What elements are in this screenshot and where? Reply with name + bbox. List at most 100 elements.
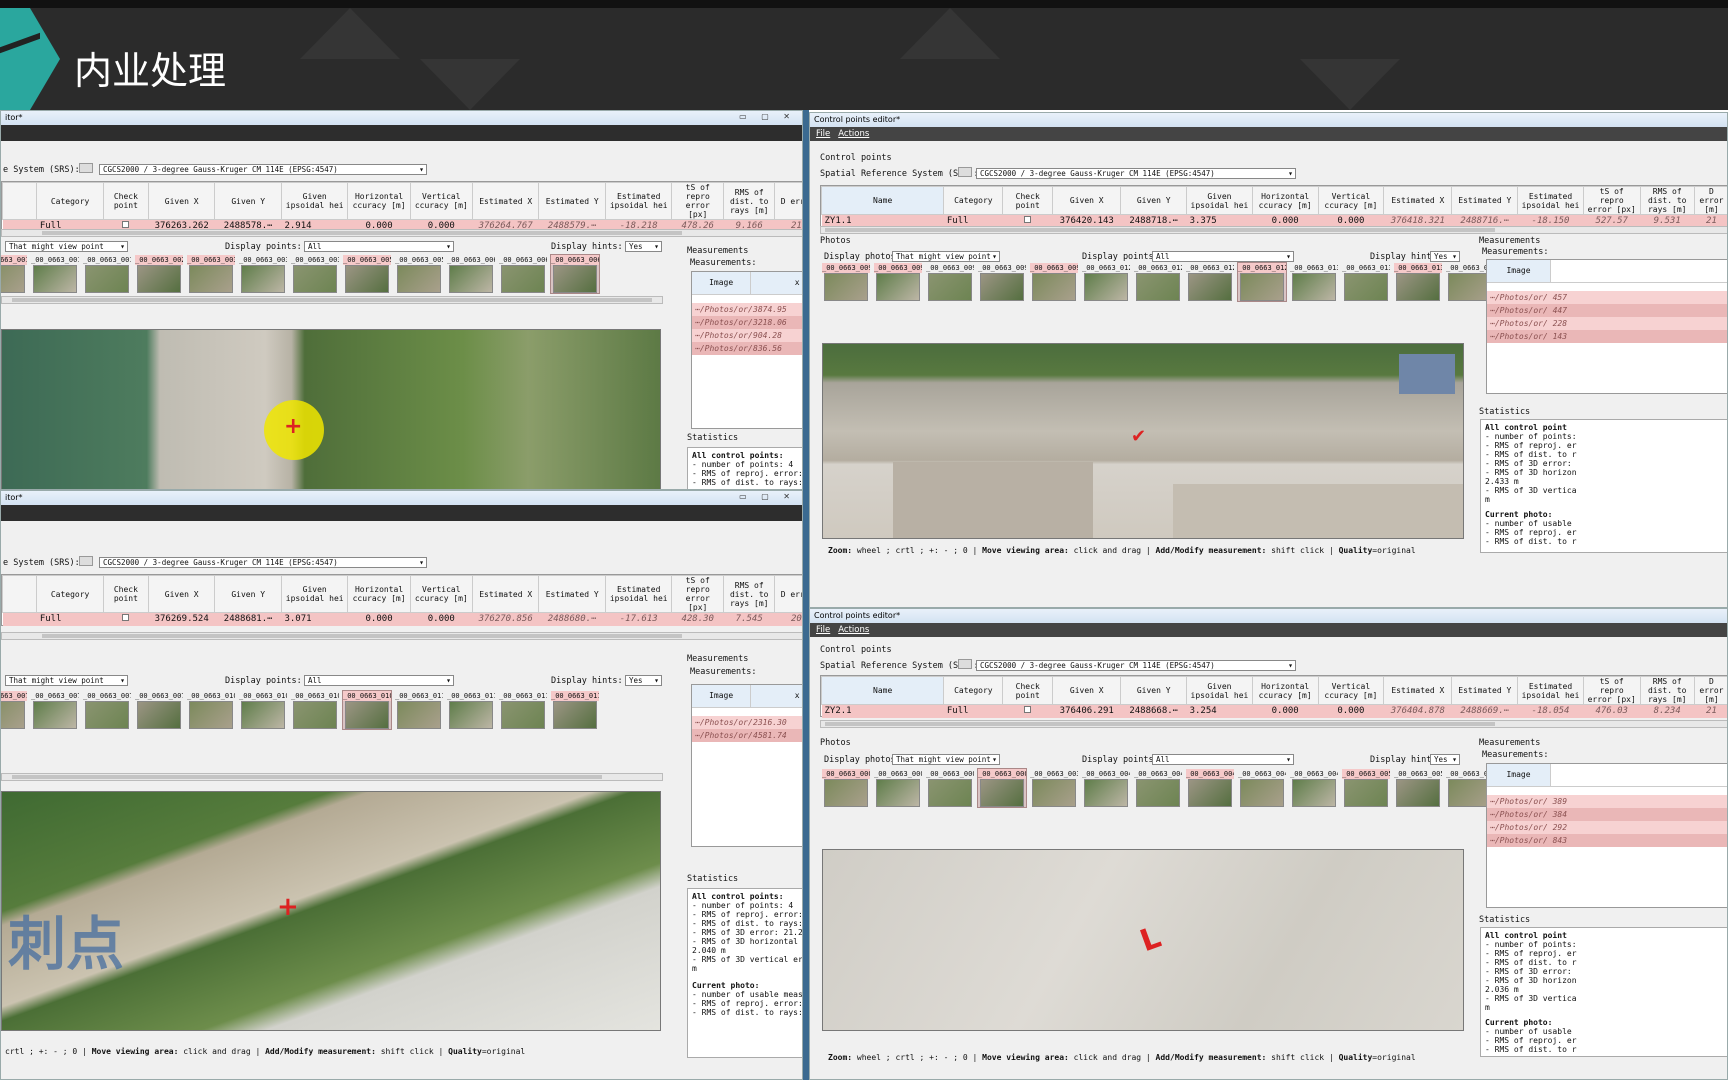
- photo-thumbnail[interactable]: _00_0663_0060: [447, 255, 495, 293]
- column-header-reproj-error[interactable]: tS of repro error [px]: [671, 182, 724, 220]
- thumbnail-scrollbar[interactable]: [1, 296, 663, 304]
- photo-thumbnail[interactable]: _00_0663_0036: [1030, 769, 1078, 807]
- photo-thumbnail[interactable]: _00_0663_0112: [395, 691, 443, 729]
- column-header-given-x[interactable]: Given X: [147, 182, 216, 220]
- column-header-category[interactable]: Category: [36, 575, 104, 613]
- measurement-row[interactable]: ⋯/Photos/or/ 384: [1487, 808, 1727, 821]
- column-header-given-x[interactable]: Given X: [147, 575, 216, 613]
- srs-select[interactable]: CGCS2000 / 3-degree Gauss-Kruger CM 114E…: [99, 557, 427, 568]
- photo-thumbnail[interactable]: _00_0663_0058: [343, 255, 391, 293]
- photo-thumbnail[interactable]: _00_0663_0029: [135, 255, 183, 293]
- column-header-check-point[interactable]: Check point: [1002, 186, 1054, 215]
- display-photos-select[interactable]: That might view point: [892, 251, 1000, 262]
- measurements-column-header[interactable]: Image: [1487, 764, 1551, 786]
- measurement-row[interactable]: ⋯/Photos/or/904.284.: [692, 329, 802, 342]
- column-header-rms-dist[interactable]: RMS of dist. to rays [m]: [722, 182, 776, 220]
- column-header-check-point[interactable]: Check point: [102, 575, 149, 613]
- check-point-checkbox[interactable]: [1024, 706, 1032, 714]
- display-photos-select[interactable]: That might view point: [5, 241, 128, 252]
- column-header-estimated-y[interactable]: Estimated Y: [1451, 676, 1519, 705]
- menu-file[interactable]: File: [816, 129, 830, 139]
- photo-viewer[interactable]: ✔: [822, 343, 1464, 539]
- photo-thumbnail[interactable]: _00_0663_0061: [499, 255, 547, 293]
- display-hints-select[interactable]: Yes: [625, 675, 662, 686]
- column-header-reproj-error[interactable]: tS of repro error [px]: [671, 575, 724, 613]
- table-row[interactable]: Full 376269.524 2488681.⋯ 3.071 0.000 0.…: [2, 612, 802, 626]
- measurements-column-header[interactable]: Image: [692, 685, 752, 707]
- column-header-estimated-y[interactable]: Estimated Y: [1451, 186, 1519, 215]
- column-header-given-x[interactable]: Given X: [1052, 676, 1122, 705]
- cell-check-point[interactable]: [103, 612, 149, 626]
- window-controls[interactable]: ▭ ▢ ✕: [739, 492, 796, 501]
- thumbnail-scrollbar[interactable]: [1, 773, 663, 781]
- photo-thumbnail[interactable]: _00_0663_0006: [977, 768, 1027, 808]
- srs-select[interactable]: CGCS2000 / 3-degree Gauss-Kruger CM 114E…: [99, 164, 427, 175]
- photo-thumbnail[interactable]: _00_0663_0115: [551, 691, 599, 729]
- window-controls[interactable]: ▭ ▢ ✕: [739, 112, 796, 121]
- cell-check-point[interactable]: [1002, 704, 1053, 718]
- measurement-row[interactable]: ⋯/Photos/or/ 447: [1487, 304, 1727, 317]
- column-header-3d-error[interactable]: D error [m]: [774, 575, 802, 613]
- column-header-given-height[interactable]: Given ipsoidal hei: [280, 575, 349, 613]
- measurement-row[interactable]: ⋯/Photos/or/ 143: [1487, 330, 1727, 343]
- photo-viewer[interactable]: +: [1, 329, 661, 489]
- column-header-estimated-x[interactable]: Estimated X: [471, 575, 540, 613]
- photo-thumbnail[interactable]: _00_0663_0015: [31, 255, 79, 293]
- display-points-select[interactable]: All: [304, 241, 454, 252]
- photo-viewer[interactable]: L: [822, 849, 1464, 1031]
- column-header-given-y[interactable]: Given Y: [1120, 186, 1188, 215]
- column-header-check-point[interactable]: Check point: [1002, 676, 1054, 705]
- column-header-estimated-height[interactable]: Estimated ipsoidal hei: [1517, 186, 1584, 215]
- display-points-select[interactable]: All: [1152, 251, 1294, 262]
- photo-thumbnail[interactable]: _00_0663_0041: [1134, 769, 1182, 807]
- photo-thumbnail[interactable]: _00_0663_0135: [1290, 263, 1338, 301]
- column-header-3d-error[interactable]: D error [m]: [1693, 186, 1727, 215]
- photo-thumbnail[interactable]: _00_0663_0124: [1134, 263, 1182, 301]
- column-header-estimated-x[interactable]: Estimated X: [1383, 186, 1453, 215]
- control-point-marker[interactable]: +: [277, 892, 299, 922]
- photo-thumbnail[interactable]: _00_0663_0105: [291, 691, 339, 729]
- photo-thumbnail[interactable]: _00_0663_0113: [447, 691, 495, 729]
- scrollbar-thumb[interactable]: [12, 775, 602, 779]
- display-hints-select[interactable]: Yes: [1430, 754, 1460, 765]
- scrollbar-thumb[interactable]: [12, 298, 652, 302]
- table-horizontal-scrollbar[interactable]: [1, 632, 802, 640]
- photo-thumbnail[interactable]: _00_0663_0137: [1394, 263, 1442, 301]
- column-header-estimated-x[interactable]: Estimated X: [471, 182, 540, 220]
- column-header-category[interactable]: Category: [943, 676, 1004, 705]
- column-header-given-y[interactable]: Given Y: [214, 182, 282, 220]
- photo-thumbnail[interactable]: _00_0663_0040: [1082, 769, 1130, 807]
- display-hints-select[interactable]: Yes: [625, 241, 662, 252]
- display-points-select[interactable]: All: [304, 675, 454, 686]
- measurements-column-header[interactable]: x: [751, 685, 802, 707]
- photo-thumbnail[interactable]: _00_0663_0016: [83, 255, 131, 293]
- photo-thumbnail[interactable]: _00_0663_0031: [239, 255, 287, 293]
- column-header-3d-error[interactable]: D error [m]: [1693, 676, 1727, 705]
- photo-thumbnail[interactable]: _00_0663_0005: [926, 769, 974, 807]
- measurement-row[interactable]: ⋯/Photos/or/ 292: [1487, 821, 1727, 834]
- column-header-3d-error[interactable]: D error [m]: [774, 182, 802, 220]
- measurement-row[interactable]: ⋯/Photos/or/ 228: [1487, 317, 1727, 330]
- column-header-category[interactable]: Category: [943, 186, 1004, 215]
- column-header-estimated-height[interactable]: Estimated ipsoidal hei: [604, 182, 673, 220]
- photo-thumbnail[interactable]: _00_0663_0047: [1238, 769, 1286, 807]
- column-header-vertical-accuracy[interactable]: Vertical ccuracy [m]: [1317, 676, 1385, 705]
- measurement-row[interactable]: ⋯/Photos/or/3874.951.: [692, 303, 802, 316]
- column-header-vertical-accuracy[interactable]: Vertical ccuracy [m]: [1317, 186, 1385, 215]
- photo-thumbnail[interactable]: _00_0663_0042: [1186, 769, 1234, 807]
- srs-browse-icon[interactable]: [79, 556, 93, 566]
- control-point-marker[interactable]: L: [1136, 920, 1166, 959]
- srs-select[interactable]: CGCS2000 / 3-degree Gauss-Kruger CM 114E…: [976, 660, 1296, 671]
- photo-thumbnail[interactable]: _00_0663_0096: [1030, 263, 1078, 301]
- column-header-rms-dist[interactable]: RMS of dist. to rays [m]: [722, 575, 776, 613]
- column-header-estimated-height[interactable]: Estimated ipsoidal hei: [1517, 676, 1584, 705]
- column-header-given-height[interactable]: Given ipsoidal hei: [1186, 186, 1253, 215]
- measurement-row[interactable]: ⋯/Photos/or/2316.303: [692, 716, 802, 729]
- column-header-name[interactable]: Name: [820, 676, 945, 705]
- table-horizontal-scrollbar[interactable]: [1, 229, 802, 237]
- column-header-given-y[interactable]: Given Y: [214, 575, 282, 613]
- table-row[interactable]: ZY2.1 Full 376406.291 2488668.⋯ 3.254 0.…: [821, 704, 1727, 718]
- check-point-checkbox[interactable]: [1024, 216, 1032, 224]
- photo-thumbnail[interactable]: _00_0663_0095: [978, 263, 1026, 301]
- menu-file[interactable]: File: [816, 625, 830, 635]
